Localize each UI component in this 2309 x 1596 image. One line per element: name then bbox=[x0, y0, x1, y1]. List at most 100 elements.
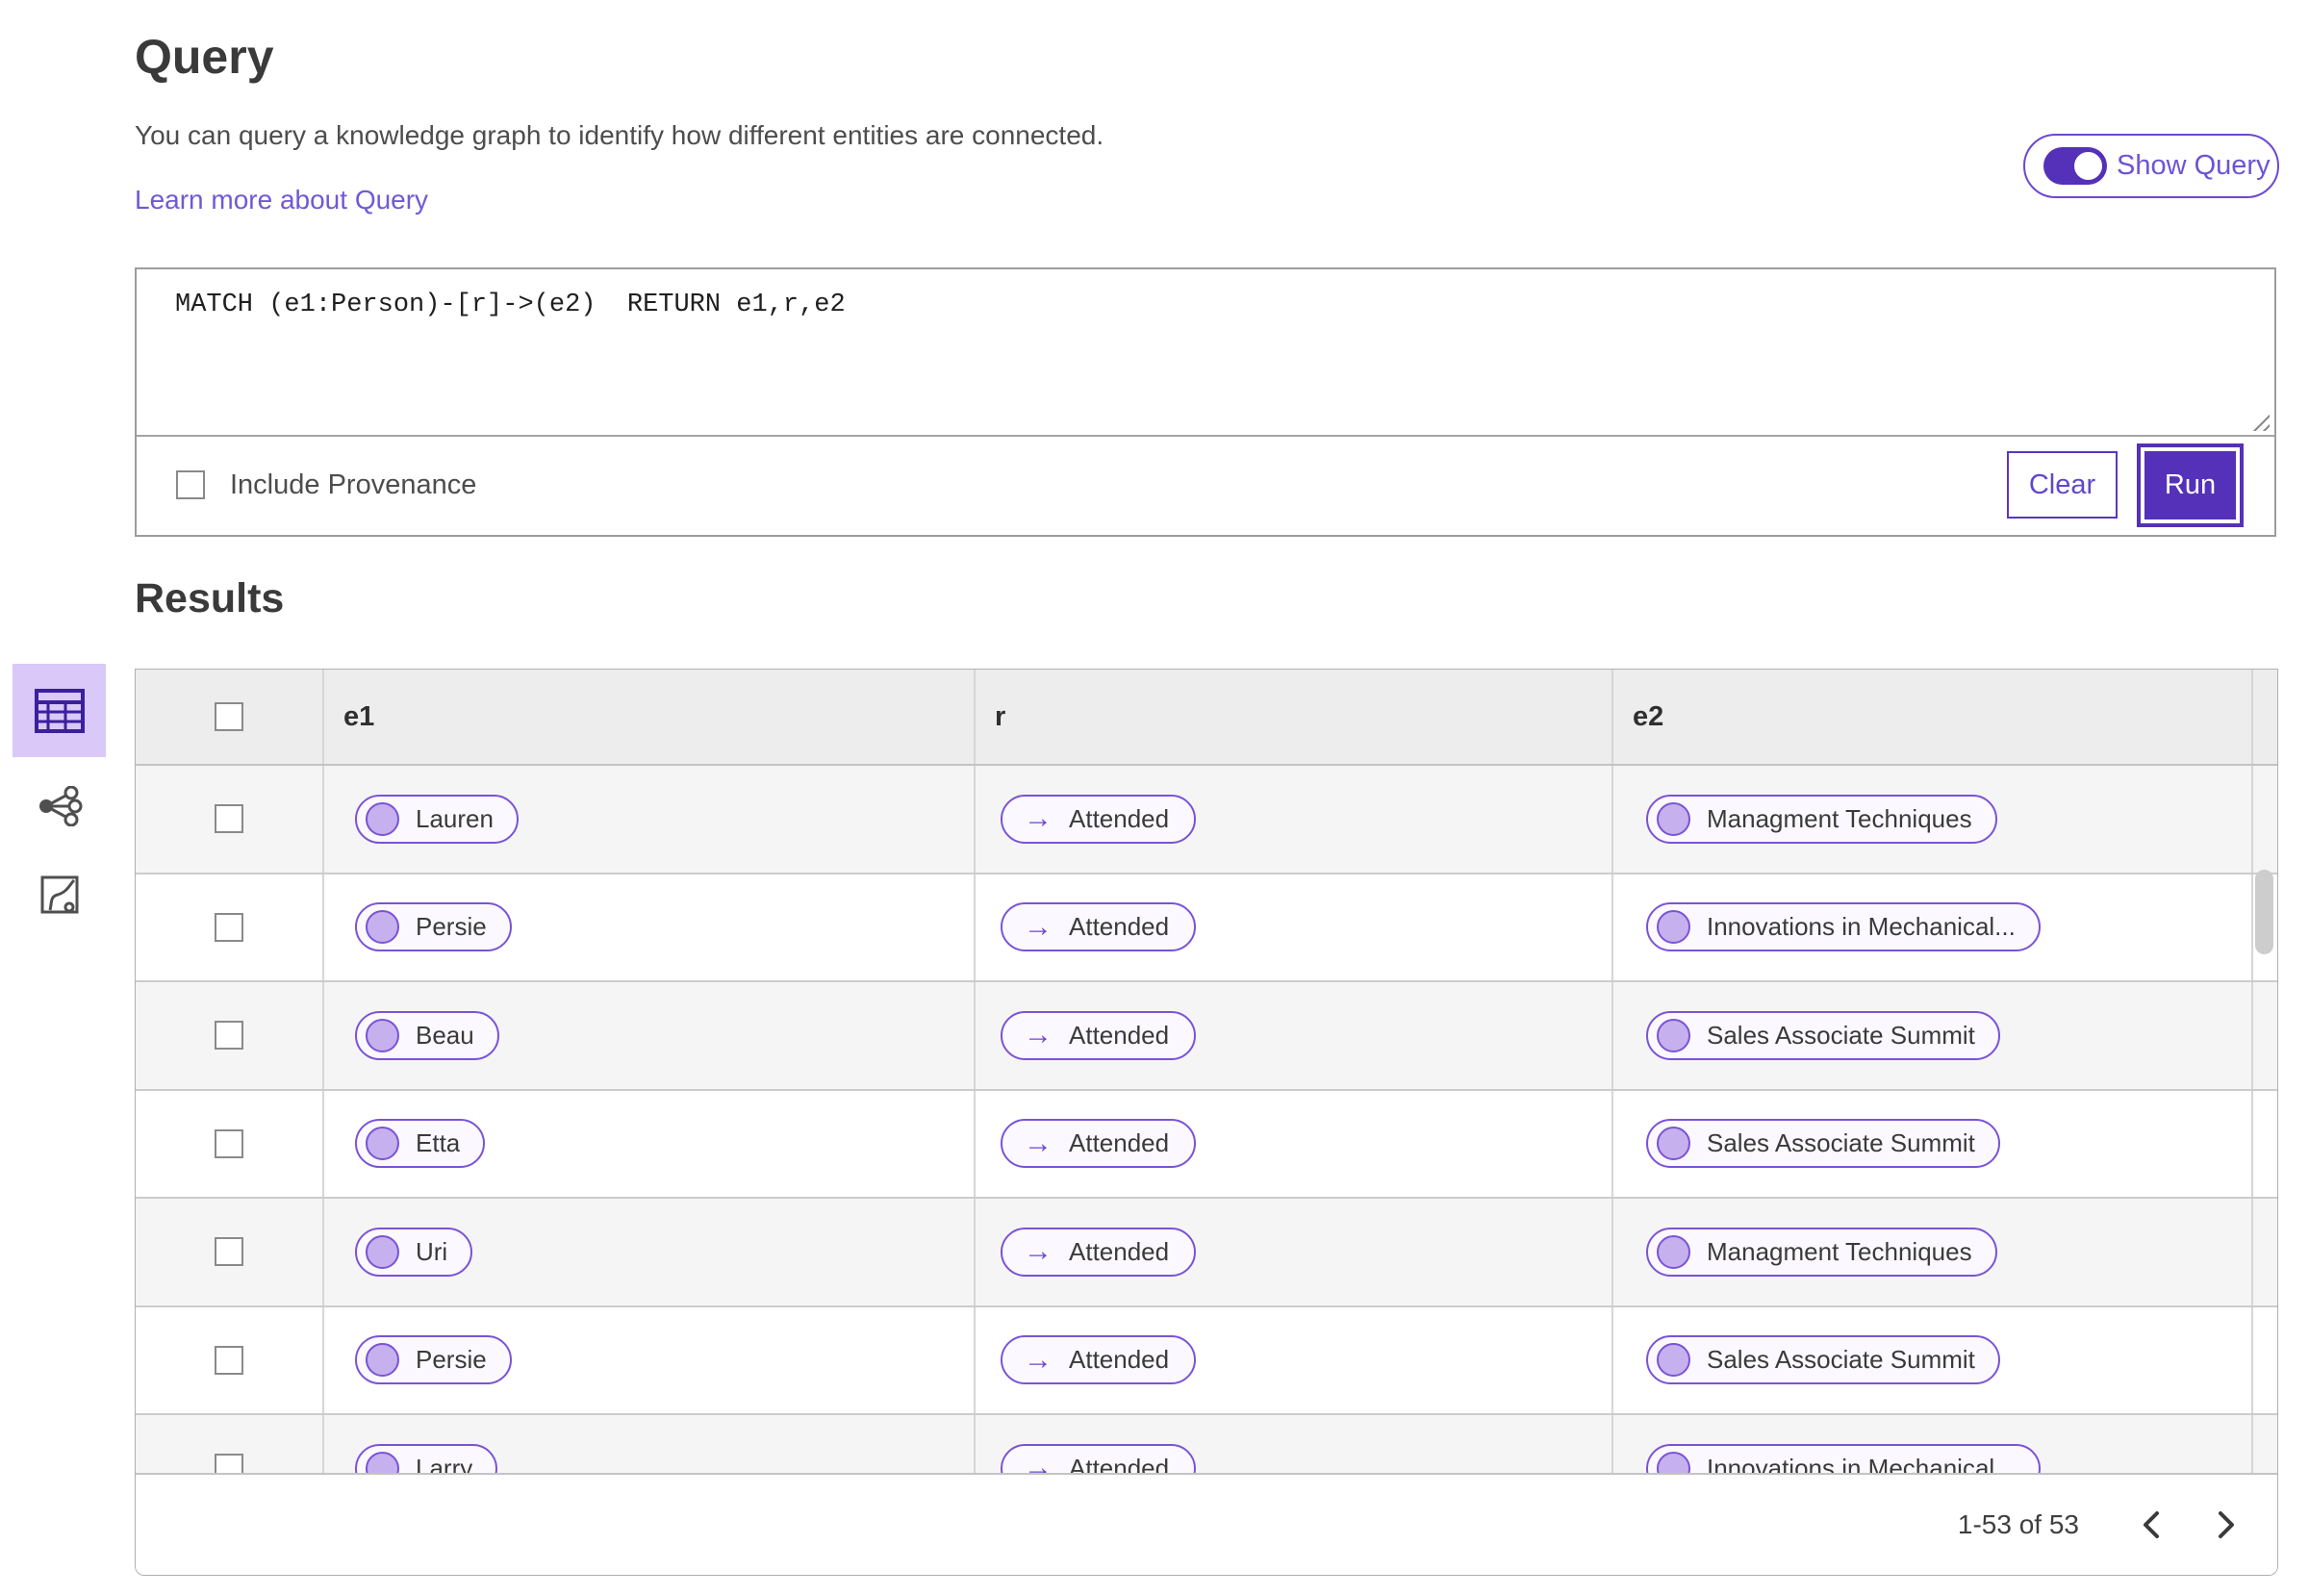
row-checkbox[interactable] bbox=[215, 804, 243, 834]
r-chip-label: Attended bbox=[1069, 1020, 1170, 1050]
column-header-e2-label: e2 bbox=[1633, 700, 1664, 732]
e2-chip-label: Innovations in Mechanical... bbox=[1707, 1453, 2016, 1473]
entity-chip-e2[interactable]: Sales Associate Summit bbox=[1646, 1119, 2000, 1169]
learn-more-link[interactable]: Learn more about Query bbox=[135, 185, 428, 215]
column-header-e1: e1 bbox=[322, 670, 974, 764]
e1-cell: Uri bbox=[322, 1199, 974, 1305]
row-checkbox-cell bbox=[136, 766, 322, 873]
entity-dot-icon bbox=[366, 1451, 399, 1473]
entity-dot-icon bbox=[366, 1127, 399, 1161]
entity-chip-e1[interactable]: Uri bbox=[355, 1227, 473, 1277]
entity-chip-e1[interactable]: Persie bbox=[355, 1335, 512, 1385]
e1-chip-label: Lauren bbox=[416, 803, 494, 833]
e2-cell: Innovations in Mechanical... bbox=[1611, 874, 2251, 980]
entity-dot-icon bbox=[366, 910, 399, 945]
sidebar-item-map-view[interactable] bbox=[31, 866, 89, 924]
relationship-chip[interactable]: → Attended bbox=[1001, 1119, 1197, 1169]
entity-chip-e2[interactable]: Innovations in Mechanical... bbox=[1646, 1443, 2041, 1473]
pagination-range-label: 1-53 of 53 bbox=[1957, 1509, 2079, 1539]
query-text: MATCH (e1:Person)-[r]->(e2) RETURN e1,r,… bbox=[175, 291, 846, 319]
row-checkbox[interactable] bbox=[215, 1237, 243, 1267]
run-button-focus-ring: Run bbox=[2137, 443, 2244, 527]
table-row: Etta → Attended Sales Associate Summit bbox=[136, 1090, 2277, 1199]
include-provenance-checkbox[interactable] bbox=[176, 470, 205, 499]
entity-chip-e2[interactable]: Innovations in Mechanical... bbox=[1646, 902, 2041, 952]
e2-cell: Sales Associate Summit bbox=[1611, 982, 2251, 1089]
e2-cell: Managment Techniques bbox=[1611, 766, 2251, 873]
clear-button[interactable]: Clear bbox=[2007, 451, 2118, 519]
e2-chip-label: Sales Associate Summit bbox=[1707, 1128, 1975, 1158]
entity-chip-e2[interactable]: Sales Associate Summit bbox=[1646, 1010, 2000, 1060]
r-cell: → Attended bbox=[974, 1415, 1611, 1473]
entity-chip-e1[interactable]: Lauren bbox=[355, 794, 519, 844]
entity-chip-e1[interactable]: Larry bbox=[355, 1443, 498, 1473]
row-checkbox-cell bbox=[136, 874, 322, 981]
table-row: Persie → Attended Sales Associate Summit bbox=[136, 1306, 2277, 1415]
e1-chip-label: Persie bbox=[416, 1345, 487, 1375]
entity-chip-e2[interactable]: Sales Associate Summit bbox=[1646, 1335, 2000, 1385]
network-graph-icon bbox=[37, 786, 83, 826]
row-checkbox[interactable] bbox=[215, 1021, 243, 1051]
entity-chip-e1[interactable]: Beau bbox=[355, 1010, 499, 1060]
vertical-scrollbar-thumb[interactable] bbox=[2255, 870, 2273, 954]
relationship-chip[interactable]: → Attended bbox=[1001, 1227, 1197, 1277]
entity-chip-e2[interactable]: Managment Techniques bbox=[1646, 1227, 1997, 1277]
relationship-chip[interactable]: → Attended bbox=[1001, 1335, 1197, 1385]
e2-cell: Innovations in Mechanical... bbox=[1611, 1415, 2251, 1473]
resize-handle-icon[interactable] bbox=[2248, 410, 2270, 431]
r-cell: → Attended bbox=[974, 874, 1611, 980]
e1-cell: Larry bbox=[322, 1415, 974, 1473]
next-page-button[interactable] bbox=[2216, 1509, 2237, 1540]
sidebar-item-graph-view[interactable] bbox=[29, 775, 90, 837]
toggle-knob bbox=[2072, 150, 2104, 182]
show-query-toggle[interactable]: Show Query bbox=[2023, 134, 2279, 198]
page-description: You can query a knowledge graph to ident… bbox=[135, 120, 1104, 150]
chevron-right-icon bbox=[2216, 1509, 2237, 1540]
entity-dot-icon bbox=[1657, 1343, 1690, 1378]
row-checkbox[interactable] bbox=[215, 1454, 243, 1473]
column-header-r-label: r bbox=[995, 700, 1006, 732]
entity-chip-e2[interactable]: Managment Techniques bbox=[1646, 794, 1997, 844]
e1-chip-label: Uri bbox=[416, 1236, 448, 1266]
row-checkbox[interactable] bbox=[215, 1128, 243, 1158]
r-cell: → Attended bbox=[974, 1090, 1611, 1197]
route-chart-icon bbox=[40, 875, 79, 914]
relationship-chip[interactable]: → Attended bbox=[1001, 1010, 1197, 1060]
relationship-arrow-icon: → bbox=[1024, 1127, 1053, 1159]
header-checkbox-cell bbox=[136, 670, 322, 764]
entity-chip-e1[interactable]: Persie bbox=[355, 902, 512, 952]
relationship-arrow-icon: → bbox=[1024, 802, 1053, 835]
previous-page-button[interactable] bbox=[2141, 1509, 2162, 1540]
r-cell: → Attended bbox=[974, 1306, 1611, 1413]
row-checkbox[interactable] bbox=[215, 1345, 243, 1375]
sidebar-item-table-view[interactable] bbox=[13, 664, 106, 757]
row-checkbox-cell bbox=[136, 1091, 322, 1198]
run-button[interactable]: Run bbox=[2144, 450, 2236, 519]
row-checkbox-cell bbox=[136, 1415, 322, 1473]
entity-dot-icon bbox=[366, 1343, 399, 1378]
relationship-arrow-icon: → bbox=[1024, 1019, 1053, 1051]
row-checkbox-cell bbox=[136, 1199, 322, 1305]
relationship-arrow-icon: → bbox=[1024, 910, 1053, 943]
e1-cell: Persie bbox=[322, 1306, 974, 1413]
relationship-chip[interactable]: → Attended bbox=[1001, 902, 1197, 952]
query-editor-textarea[interactable]: MATCH (e1:Person)-[r]->(e2) RETURN e1,r,… bbox=[137, 269, 2274, 437]
entity-dot-icon bbox=[1657, 1127, 1690, 1161]
e1-cell: Beau bbox=[322, 982, 974, 1089]
query-footer: Include Provenance Clear Run bbox=[137, 437, 2274, 533]
entity-dot-icon bbox=[1657, 1018, 1690, 1052]
e1-cell: Etta bbox=[322, 1090, 974, 1197]
row-scroll-gutter bbox=[2251, 1306, 2277, 1413]
row-checkbox-cell bbox=[136, 1307, 322, 1414]
relationship-chip[interactable]: → Attended bbox=[1001, 1443, 1197, 1473]
entity-dot-icon bbox=[1657, 1451, 1690, 1473]
header-scroll-gutter bbox=[2251, 670, 2277, 764]
column-header-r: r bbox=[974, 670, 1611, 764]
e1-cell: Persie bbox=[322, 874, 974, 980]
select-all-checkbox[interactable] bbox=[215, 702, 243, 731]
relationship-chip[interactable]: → Attended bbox=[1001, 794, 1197, 844]
toggle-switch-on[interactable] bbox=[2043, 147, 2107, 185]
row-checkbox[interactable] bbox=[215, 912, 243, 942]
results-title: Results bbox=[135, 575, 285, 621]
entity-chip-e1[interactable]: Etta bbox=[355, 1119, 486, 1169]
